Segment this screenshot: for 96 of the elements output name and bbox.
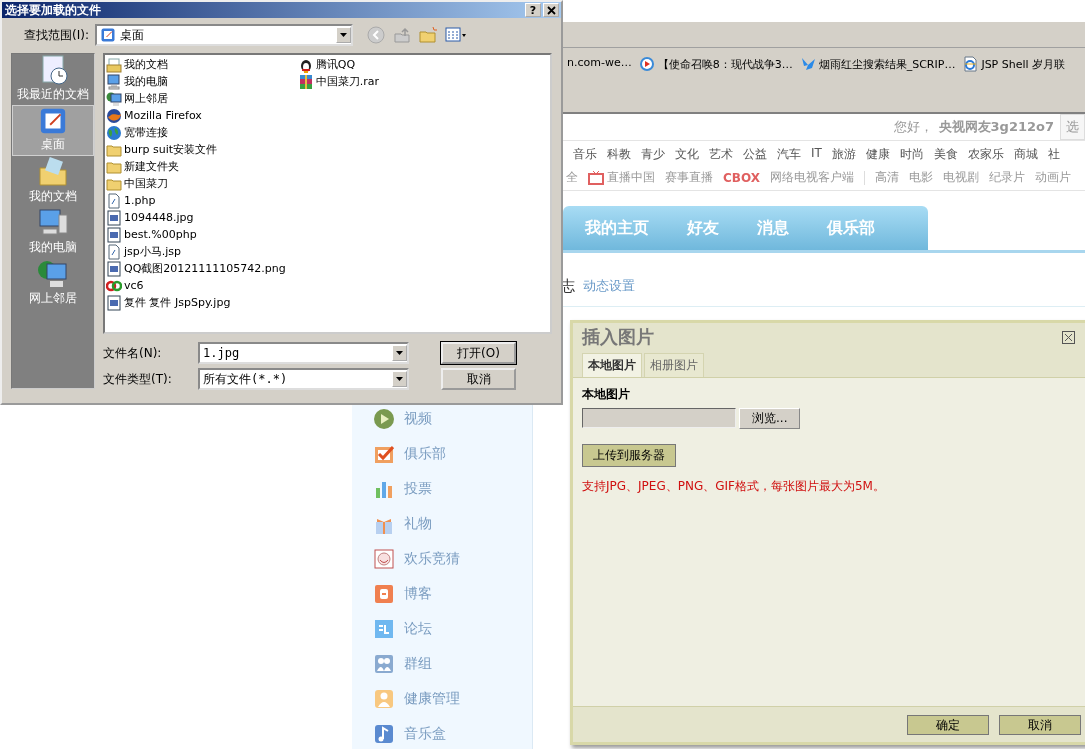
- people-icon: [374, 653, 394, 674]
- close-button[interactable]: [543, 3, 559, 17]
- upload-button[interactable]: 上传到服务器: [582, 444, 676, 467]
- file-icon: [106, 243, 122, 260]
- channel-link[interactable]: 健康: [865, 146, 890, 163]
- file-item[interactable]: QQ截图20121111105742.png: [106, 260, 286, 277]
- file-item[interactable]: 复件 复件 JspSpy.jpg: [106, 294, 286, 311]
- file-item[interactable]: vc6: [106, 277, 286, 294]
- view-menu-icon[interactable]: [444, 26, 467, 44]
- image-file-icon: [106, 209, 122, 226]
- dialog-tab[interactable]: 本地图片: [582, 353, 642, 377]
- file-item[interactable]: 中国菜刀: [106, 175, 286, 192]
- speech-icon: [374, 618, 394, 639]
- dialog-title: 插入图片: [582, 325, 654, 349]
- document-folder-icon: [37, 156, 69, 188]
- channel-link[interactable]: 时尚: [899, 146, 924, 163]
- places-item[interactable]: 我的电脑: [12, 207, 94, 258]
- desktop-icon: [99, 27, 116, 43]
- channel-link[interactable]: 美食: [933, 146, 958, 163]
- file-item[interactable]: 我的电脑: [106, 73, 286, 90]
- file-name-field[interactable]: 1.jpg: [198, 342, 409, 364]
- file-item[interactable]: 宽带连接: [106, 124, 286, 141]
- dialog-button[interactable]: 取消: [999, 714, 1081, 735]
- play-icon: [374, 408, 394, 429]
- browser-globe-icon: [106, 107, 122, 124]
- dialog-button[interactable]: 确定: [907, 714, 989, 735]
- greeting: 您好，: [893, 118, 933, 136]
- file-item[interactable]: jsp小马.jsp: [106, 243, 286, 260]
- computer-icon: [106, 73, 122, 90]
- image-file-icon: [106, 294, 122, 311]
- file-item[interactable]: burp suit安装文件: [106, 141, 286, 158]
- tv-icon: [588, 170, 604, 185]
- channel-link[interactable]: 旅游: [831, 146, 856, 163]
- channel-link[interactable]: IT: [811, 146, 822, 163]
- file-item[interactable]: Mozilla Firefox: [106, 107, 286, 124]
- network-computer-icon: [106, 90, 122, 107]
- channel-link[interactable]: 公益: [743, 146, 767, 163]
- file-item[interactable]: 新建文件夹: [106, 158, 286, 175]
- file-item[interactable]: 1094448.jpg: [106, 209, 286, 226]
- close-icon[interactable]: [1062, 330, 1075, 344]
- cancel-button[interactable]: 取消: [441, 368, 516, 390]
- caret-icon: [396, 351, 403, 355]
- file-item[interactable]: 腾讯QQ: [297, 56, 380, 73]
- file-name-label: 文件名(N):: [103, 344, 163, 362]
- checkbox-icon: [374, 443, 394, 464]
- open-button[interactable]: 打开(O): [441, 342, 516, 364]
- back-icon[interactable]: [366, 26, 385, 44]
- help-button[interactable]: ?: [525, 3, 541, 17]
- bookmark[interactable]: 【使命召唤8：现代战争3…: [638, 56, 793, 72]
- channel-link[interactable]: 青少: [641, 146, 665, 163]
- caret-icon: [396, 377, 403, 381]
- channel-link[interactable]: 社: [1047, 146, 1060, 163]
- file-item[interactable]: 我的文档: [106, 56, 286, 73]
- places-item[interactable]: 网上邻居: [12, 258, 94, 309]
- file-type-dropdown[interactable]: 所有文件(*.*): [198, 368, 409, 390]
- play-icon: [638, 56, 655, 72]
- places-item[interactable]: 我最近的文档: [12, 54, 94, 105]
- globe-icon: [106, 124, 122, 141]
- doctor-icon: [374, 688, 394, 709]
- butterfly-icon: [799, 56, 816, 72]
- channel-link[interactable]: 音乐: [573, 146, 597, 163]
- channel-link[interactable]: 汽车: [777, 146, 801, 163]
- look-in-dropdown[interactable]: 桌面: [94, 24, 353, 46]
- field-label: 本地图片: [582, 386, 630, 403]
- close-icon: [546, 5, 556, 15]
- archive-icon: [297, 73, 314, 90]
- file-item[interactable]: 网上邻居: [106, 90, 286, 107]
- music-note-icon: [374, 723, 394, 744]
- places-item[interactable]: 我的文档: [12, 156, 94, 207]
- network-computer-icon: [37, 258, 69, 290]
- look-in-label: 查找范围(I):: [24, 26, 89, 44]
- dialog-tab[interactable]: 相册图片: [644, 353, 704, 377]
- bookmark[interactable]: n.com-we…: [567, 56, 632, 69]
- caret-icon: [339, 33, 347, 37]
- blog-icon: [374, 583, 394, 604]
- channel-link[interactable]: 商城: [1013, 146, 1038, 163]
- bookmark[interactable]: JSP Shell 岁月联: [962, 56, 1066, 72]
- format-note: 支持JPG、JPEG、PNG、GIF格式，每张图片最大为5M。: [582, 478, 885, 495]
- file-path-field[interactable]: [582, 408, 736, 428]
- image-file-icon: [106, 226, 122, 243]
- document-folder-icon: [106, 56, 122, 73]
- channel-link[interactable]: 文化: [675, 146, 699, 163]
- web-page-icon: [962, 56, 979, 72]
- file-item[interactable]: 中国菜刀.rar: [297, 73, 380, 90]
- channel-link[interactable]: 农家乐: [967, 146, 1004, 163]
- file-item[interactable]: 1.php: [106, 192, 286, 209]
- window-title: 选择要加载的文件: [5, 1, 101, 19]
- file-item[interactable]: best.%00php: [106, 226, 286, 243]
- smiley-icon: [374, 548, 394, 569]
- image-file-icon: [106, 260, 122, 277]
- channel-link[interactable]: 艺术: [709, 146, 733, 163]
- bookmark[interactable]: 烟雨红尘搜索结果_SCRIP…: [799, 56, 956, 72]
- channel-link[interactable]: 科教: [607, 146, 631, 163]
- file-type-label: 文件类型(T):: [103, 370, 173, 388]
- browse-button[interactable]: 浏览...: [739, 408, 801, 429]
- file-icon: [106, 192, 122, 209]
